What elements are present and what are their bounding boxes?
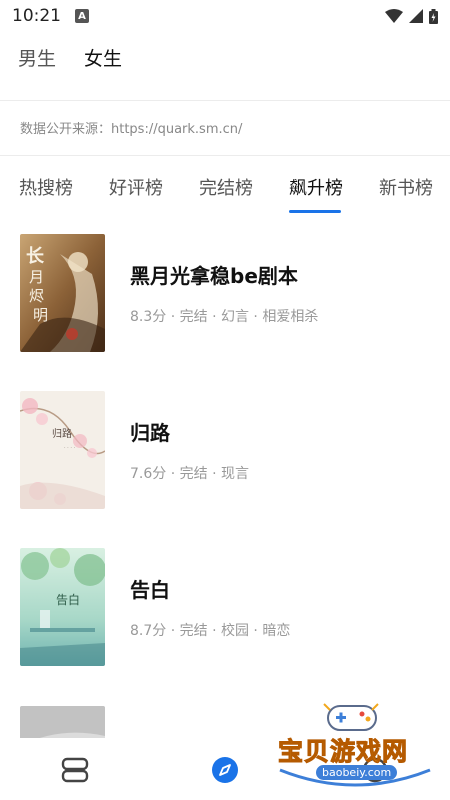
status-icons	[385, 8, 438, 24]
compass-icon	[212, 757, 238, 783]
book-meta: 7.6分 · 完结 · 现言	[130, 466, 249, 482]
divider	[0, 100, 450, 101]
watermark-logo: 宝贝游戏网 baobeiy.com	[270, 700, 440, 792]
nav-discover-button[interactable]	[209, 754, 241, 786]
watermark-text: 宝贝游戏网	[277, 737, 409, 767]
svg-text:告白: 告白	[56, 592, 80, 607]
book-item[interactable]: 告白 告白 8.7分 · 完结 · 校园 · 暗恋	[20, 548, 430, 666]
book-cover: 告白	[20, 548, 105, 666]
watermark-url: baobeiy.com	[316, 765, 398, 780]
book-cover-art: 告白	[20, 548, 105, 666]
book-cover-art: 归路 · · · ·	[20, 391, 105, 509]
book-cover: 长 月 烬 明	[20, 234, 105, 352]
status-bar: 10:21 A	[0, 0, 450, 32]
book-title: 告白	[130, 578, 170, 602]
tab-hot-search[interactable]: 热搜榜	[19, 174, 73, 200]
bookshelf-icon	[61, 757, 89, 783]
tab-female[interactable]: 女生	[84, 44, 122, 71]
svg-text:明: 明	[33, 306, 48, 324]
tab-completed[interactable]: 完结榜	[199, 174, 253, 200]
tab-top-rated[interactable]: 好评榜	[109, 174, 163, 200]
data-source-text: 数据公开来源：https://quark.sm.cn/	[20, 122, 243, 137]
tab-rising[interactable]: 飙升榜	[289, 174, 343, 200]
tab-male[interactable]: 男生	[18, 44, 56, 71]
book-item[interactable]: 长 月 烬 明 黑月光拿稳be剧本 8.3分 · 完结 · 幻言 · 相爱相杀	[20, 234, 430, 352]
book-cover: 归路 · · · ·	[20, 391, 105, 509]
svg-text:月: 月	[29, 268, 44, 286]
book-title: 黑月光拿稳be剧本	[130, 264, 298, 288]
notification-a-icon: A	[75, 9, 89, 23]
svg-text:烬: 烬	[29, 287, 44, 305]
battery-icon	[429, 8, 438, 24]
svg-text:长: 长	[26, 246, 45, 267]
svg-text:归路: 归路	[52, 427, 72, 440]
tab-new-books[interactable]: 新书榜	[379, 174, 433, 200]
rank-tabs: 热搜榜 好评榜 完结榜 飙升榜 新书榜	[0, 174, 450, 214]
status-time: 10:21	[12, 6, 61, 26]
book-item[interactable]: 归路 · · · · 归路 7.6分 · 完结 · 现言	[20, 391, 430, 509]
active-tab-indicator	[289, 210, 341, 213]
divider	[0, 155, 450, 156]
book-cover-art: 长 月 烬 明	[20, 234, 105, 352]
nav-bookshelf-button[interactable]	[59, 754, 91, 786]
book-title: 归路	[130, 421, 170, 445]
svg-text:· · · ·: · · · ·	[64, 445, 76, 451]
signal-icon	[409, 9, 423, 23]
book-meta: 8.7分 · 完结 · 校园 · 暗恋	[130, 623, 291, 639]
gender-tabs: 男生 女生	[18, 44, 122, 71]
wifi-icon	[385, 9, 403, 23]
book-meta: 8.3分 · 完结 · 幻言 · 相爱相杀	[130, 309, 319, 325]
